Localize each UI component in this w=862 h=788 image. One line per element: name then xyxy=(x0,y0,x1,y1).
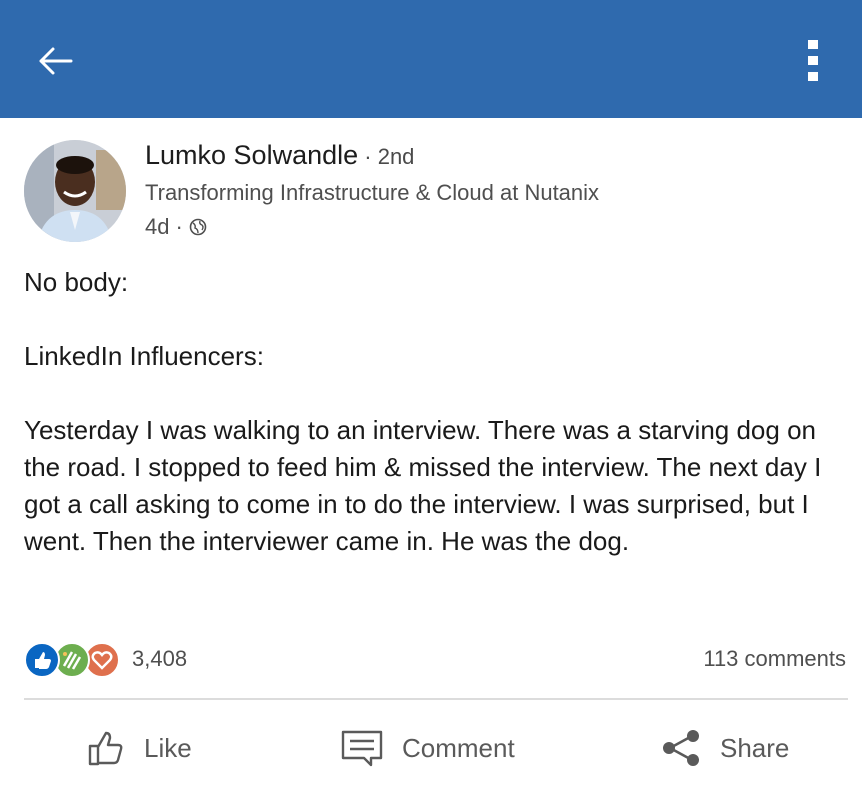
meta-separator: · xyxy=(175,214,183,239)
post-meta: 4d · xyxy=(145,214,207,240)
vertical-dots-icon xyxy=(808,40,818,81)
connection-degree: · 2nd xyxy=(358,144,415,169)
post-paragraph: No body: xyxy=(24,267,129,297)
share-icon xyxy=(663,730,699,766)
like-icon xyxy=(24,642,60,678)
post-time: 4d xyxy=(145,214,170,239)
reaction-icons xyxy=(24,642,126,678)
author-avatar[interactable] xyxy=(24,140,126,242)
share-label: Share xyxy=(720,732,790,763)
top-app-bar xyxy=(0,0,862,118)
like-button[interactable]: Like xyxy=(86,722,192,774)
avatar-image xyxy=(24,140,126,242)
arrow-left-icon xyxy=(39,47,73,75)
divider xyxy=(24,698,848,700)
more-options-button[interactable] xyxy=(790,30,836,90)
comment-button[interactable]: Comment xyxy=(340,722,515,774)
like-label: Like xyxy=(144,732,192,763)
back-button[interactable] xyxy=(30,38,80,84)
comments-count[interactable]: 113 comments xyxy=(703,646,846,672)
author-name-text[interactable]: Lumko Solwandle xyxy=(145,140,358,170)
post-paragraph: LinkedIn Influencers: xyxy=(24,341,264,371)
comment-icon xyxy=(341,730,383,767)
reactions-summary[interactable]: 3,408 xyxy=(24,642,188,678)
globe-icon xyxy=(189,218,207,236)
share-button[interactable]: Share xyxy=(660,722,789,774)
comment-label: Comment xyxy=(402,732,515,763)
author-headline: Transforming Infrastructure & Cloud at N… xyxy=(145,180,600,205)
post-paragraph: Yesterday I was walking to an interview.… xyxy=(24,415,822,556)
thumbs-up-icon xyxy=(88,731,123,766)
author-name[interactable]: Lumko Solwandle · 2nd xyxy=(145,140,414,171)
post-body: No body: LinkedIn Influencers: Yesterday… xyxy=(24,264,844,560)
reaction-count: 3,408 xyxy=(132,646,188,671)
